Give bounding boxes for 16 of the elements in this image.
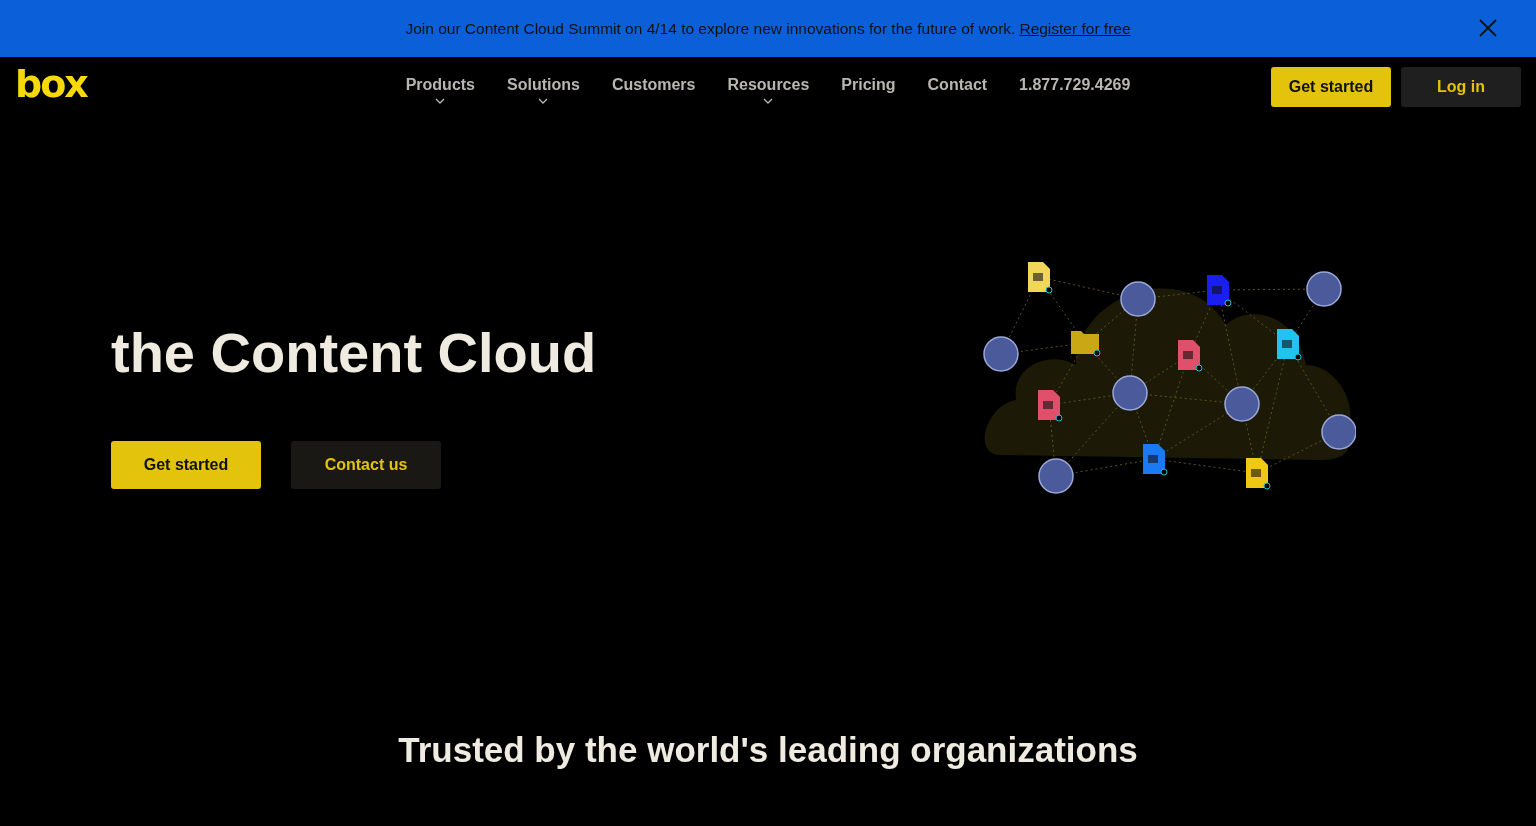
nav-link[interactable]: Solutions	[507, 70, 580, 94]
log-in-button[interactable]: Log in	[1401, 67, 1521, 107]
get-started-button[interactable]: Get started	[1271, 67, 1391, 107]
nav-link[interactable]: 1.877.729.4269	[1019, 70, 1131, 94]
nav-link[interactable]: Contact	[927, 70, 988, 94]
nav-link[interactable]: Products	[405, 70, 475, 94]
nav-link[interactable]: Pricing	[841, 70, 896, 94]
nav-link[interactable]: Resources	[727, 70, 810, 94]
close-icon[interactable]	[1478, 18, 1498, 38]
box-logo[interactable]: box	[15, 65, 87, 103]
nav-link[interactable]: Customers	[611, 70, 696, 94]
contact-us-button[interactable]: Contact us	[291, 441, 441, 489]
banner-message: Join our Content Cloud Summit on 4/14 to explore new innovations for the future of work.	[405, 19, 1016, 38]
section-heading: Trusted by the world's leading organizations	[398, 730, 1138, 770]
get-started-button[interactable]: Get started	[111, 441, 261, 489]
hero-title: the Content Cloud	[111, 320, 597, 385]
